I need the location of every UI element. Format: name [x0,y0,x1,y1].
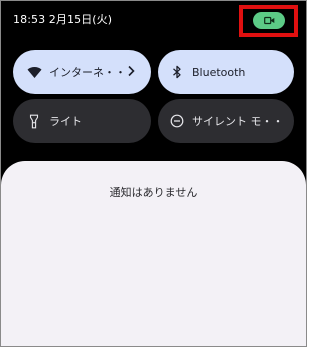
videocam-icon [263,16,274,25]
bluetooth-icon [169,64,185,80]
tile-internet[interactable]: インターネ・・ [13,50,151,94]
tile-internet-label: インターネ・・ [49,66,126,79]
no-notifications-text: 通知はありません [109,186,198,199]
tile-silent-mode[interactable]: サイレント モ・・ [158,99,294,143]
wifi-icon [26,64,42,80]
tile-bluetooth[interactable]: Bluetooth [158,50,294,94]
tile-flashlight-label: ライト [49,115,82,128]
status-clock: 18:53 2月15日(火) [13,13,113,26]
do-not-disturb-icon [169,113,185,129]
flashlight-icon [26,113,42,129]
tile-bluetooth-label: Bluetooth [192,65,246,79]
tile-flashlight[interactable]: ライト [13,99,151,143]
chevron-right-icon[interactable] [124,64,138,78]
tile-silent-mode-label: サイレント モ・・ [192,115,284,128]
camera-privacy-indicator[interactable] [253,12,285,29]
status-bar: 18:53 2月15日(火) [1,1,306,37]
notification-panel: 通知はありません [1,161,306,346]
notification-shade: 18:53 2月15日(火) インターネ・・ Bluetooth ライト サイレ… [0,0,307,347]
